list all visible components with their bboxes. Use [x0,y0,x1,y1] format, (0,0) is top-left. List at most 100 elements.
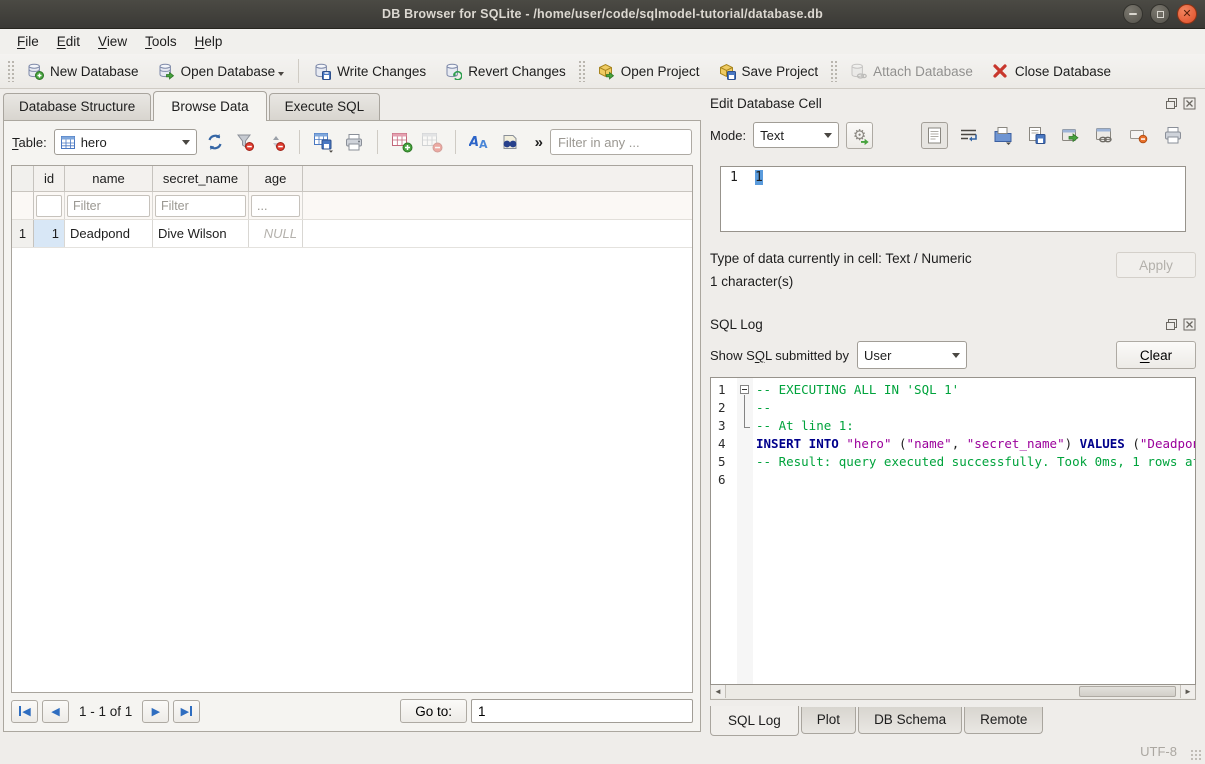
next-record-button[interactable]: ▶ [142,700,169,723]
tab-execute-sql[interactable]: Execute SQL [269,93,381,120]
open-project-button[interactable]: Open Project [588,58,709,84]
menu-view[interactable]: View [89,31,136,52]
main-toolbar: New Database Open Database Write Changes… [0,54,1205,89]
clear-log-button[interactable]: Clear [1116,341,1196,369]
close-button[interactable]: ✕ [1177,4,1197,24]
column-header-secret-name[interactable]: secret_name [153,166,249,191]
open-project-icon [597,62,615,80]
grid-filter-row [12,192,692,220]
export-cell-data-button[interactable] [1023,122,1050,149]
open-in-external-button[interactable] [1057,122,1084,149]
minimize-button[interactable] [1123,4,1143,24]
tab-plot[interactable]: Plot [801,707,856,734]
set-null-button[interactable] [1125,122,1152,149]
text-mode-toggle[interactable] [921,122,948,149]
scroll-right-button[interactable]: ► [1180,685,1195,698]
refresh-button[interactable] [204,130,227,154]
tab-sql-log[interactable]: SQL Log [710,706,799,736]
dock-close-icon[interactable] [1183,97,1196,110]
row-header[interactable]: 1 [12,220,34,247]
open-database-dropdown-icon[interactable] [278,72,284,79]
insert-record-button[interactable] [390,130,413,154]
set-as-link-button[interactable] [1091,122,1118,149]
grid-corner [12,166,34,191]
maximize-button[interactable] [1150,4,1170,24]
menu-tools[interactable]: Tools [136,31,186,52]
attach-database-button: Attach Database [840,58,982,84]
revert-changes-button[interactable]: Revert Changes [435,58,575,84]
fold-marker-icon[interactable] [740,385,749,394]
cell-editor[interactable]: 1 1 [720,166,1186,232]
toolbar-overflow-chevron[interactable]: » [535,134,543,151]
new-database-button[interactable]: New Database [17,58,148,84]
auto-switch-mode-button[interactable]: ⚙ [846,122,873,149]
mode-select[interactable]: Text [753,122,839,148]
cell-age[interactable]: NULL [249,220,303,247]
clear-sorting-button[interactable] [264,130,287,154]
sql-log-view[interactable]: 123456 -- EXECUTING ALL IN 'SQL 1'---- A… [710,377,1196,685]
filter-any-column-input[interactable] [550,129,692,155]
dock-float-icon[interactable] [1165,318,1178,331]
tab-browse-data[interactable]: Browse Data [153,91,266,121]
sql-log-hscrollbar[interactable]: ◄ ► [710,685,1196,700]
word-wrap-button[interactable] [955,122,982,149]
first-record-button[interactable]: ◀ [11,700,38,723]
toolbar-drag-handle[interactable] [578,60,585,82]
record-range-label: 1 - 1 of 1 [79,704,132,719]
import-cell-data-button[interactable] [989,122,1016,149]
font-settings-button[interactable]: AA [468,130,491,154]
table-icon [61,136,75,149]
close-database-button[interactable]: Close Database [982,58,1120,84]
cell-id[interactable]: 1 [34,220,65,247]
print-button[interactable] [342,130,365,154]
tab-db-schema[interactable]: DB Schema [858,707,962,734]
print-cell-button[interactable] [1159,122,1186,149]
scroll-left-button[interactable]: ◄ [711,685,726,698]
mode-label: Mode: [710,128,746,143]
toolbar-separator [455,130,456,154]
resize-grip[interactable] [1190,749,1202,761]
write-changes-button[interactable]: Write Changes [304,58,435,84]
cell-secret-name[interactable]: Dive Wilson [153,220,249,247]
goto-record-input[interactable] [471,699,693,723]
table-row: 1 1 Deadpond Dive Wilson NULL [12,220,692,248]
sql-log-line: INSERT INTO "hero" ("name", "secret_name… [756,435,1195,453]
previous-record-button[interactable]: ◀ [42,700,69,723]
cell-name[interactable]: Deadpond [65,220,153,247]
goto-button[interactable]: Go to: [400,699,467,723]
filter-id-input[interactable] [36,195,62,217]
dock-close-icon[interactable] [1183,318,1196,331]
column-header-name[interactable]: name [65,166,153,191]
sql-log-line: -- [756,399,1195,417]
menu-file[interactable]: File [8,31,48,52]
filter-age-input[interactable] [251,195,300,217]
save-table-button[interactable] [312,130,335,154]
open-database-button[interactable]: Open Database [148,58,294,84]
menu-edit[interactable]: Edit [48,31,89,52]
sql-source-select[interactable]: User [857,341,967,369]
toolbar-drag-handle[interactable] [830,60,837,82]
delete-record-button [420,130,443,154]
column-header-age[interactable]: age [249,166,303,191]
encoding-label[interactable]: UTF-8 [1140,744,1177,759]
sql-log-line-numbers: 123456 [711,378,737,684]
column-header-id[interactable]: id [34,166,65,191]
menu-help[interactable]: Help [186,31,232,52]
dock-float-icon[interactable] [1165,97,1178,110]
find-in-table-button[interactable] [499,130,522,154]
clear-filters-button[interactable] [234,130,257,154]
save-project-button[interactable]: Save Project [709,58,828,84]
tab-database-structure[interactable]: Database Structure [3,93,151,120]
title-bar: DB Browser for SQLite - /home/user/code/… [0,0,1205,29]
tab-remote[interactable]: Remote [964,707,1043,734]
toolbar-separator [298,59,299,83]
scrollbar-thumb[interactable] [1079,686,1176,697]
last-record-button[interactable]: ▶ [173,700,200,723]
maximize-icon [1157,11,1164,18]
sql-log-dock-title: SQL Log [710,314,1196,334]
filter-name-input[interactable] [67,195,150,217]
filter-secret-name-input[interactable] [155,195,246,217]
table-select[interactable]: hero [54,129,197,155]
sql-log-lines: -- EXECUTING ALL IN 'SQL 1'---- At line … [753,378,1195,684]
toolbar-drag-handle[interactable] [7,60,14,82]
